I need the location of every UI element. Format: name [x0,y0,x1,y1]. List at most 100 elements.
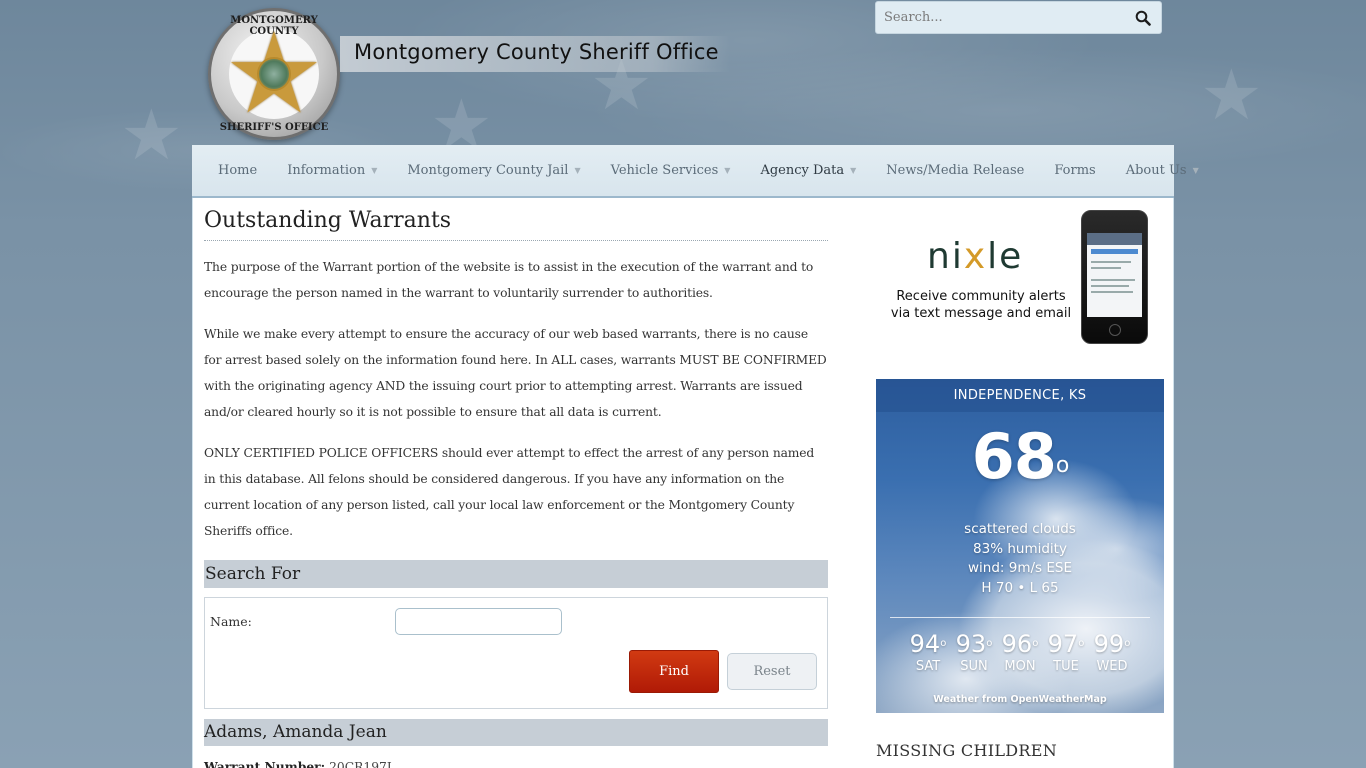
degree-icon: o [1124,638,1131,649]
chevron-down-icon: ▼ [574,166,581,175]
nav-item-vehicle-services[interactable]: Vehicle Services ▼ [611,163,731,178]
nav-item-information[interactable]: Information ▼ [287,163,377,178]
nixle-logo-text: ni [927,236,964,277]
weather-temperature: 68o [876,422,1164,501]
weather-details: scattered clouds 83% humidity wind: 9m/s… [876,520,1164,598]
nixle-tagline: Receive community alerts via text messag… [882,288,1080,322]
forecast-day-name: MON [1004,659,1036,674]
forecast-day: 94o SAT [905,630,951,676]
weather-divider [890,617,1150,618]
chevron-down-icon: ▼ [850,166,857,175]
site-title[interactable]: Montgomery County Sheriff Office [354,40,719,64]
weather-location: INDEPENDENCE, KS [876,379,1164,412]
content-panel: Outstanding Warrants The purpose of the … [192,198,1174,768]
forecast-day: 96o MON [997,630,1043,676]
degree-icon: o [940,638,947,649]
phone-screen [1087,233,1142,317]
nav-item-label: Montgomery County Jail [407,163,569,178]
weather-wind: wind: 9m/s ESE [968,560,1072,576]
forecast-temp: 93o [951,630,997,658]
forecast-temp-value: 99 [1093,630,1125,658]
nixle-tagline-line: via text message and email [890,306,1072,321]
nav-item-news-media[interactable]: News/Media Release [886,163,1024,178]
phone-screen-line [1091,267,1121,269]
search-icon [1135,10,1151,26]
phone-screen-line [1091,285,1129,287]
chevron-down-icon: ▼ [371,166,378,175]
nav-item-label: News/Media Release [886,163,1025,178]
nav-item-jail[interactable]: Montgomery County Jail ▼ [407,163,580,178]
page-title: Outstanding Warrants [204,208,828,241]
logo-text-top: MONTGOMERY COUNTY [230,15,318,37]
search-input[interactable] [876,2,1125,33]
nav-item-about-us[interactable]: About Us ▼ [1126,163,1199,178]
phone-icon [1081,210,1148,344]
forecast-day-name: WED [1096,659,1128,674]
phone-screen-bar [1091,249,1138,254]
forecast-temp: 96o [997,630,1043,658]
phone-screen-line [1091,279,1135,281]
forecast-day: 97o TUE [1043,630,1089,676]
site-search [875,1,1162,34]
logo-text-bottom: SHERIFF'S OFFICE [219,122,329,133]
forecast-temp-value: 93 [955,630,987,658]
forecast-temp: 99o [1089,630,1135,658]
find-button[interactable]: Find [629,650,719,693]
missing-children-heading: MISSING CHILDREN [876,741,1058,760]
degree-icon: o [1078,638,1085,649]
nav-item-forms[interactable]: Forms [1054,163,1095,178]
weather-widget: INDEPENDENCE, KS 68o scattered clouds 83… [876,379,1164,713]
phone-home-button [1109,324,1121,336]
star-decoration: ★ [1200,54,1263,136]
forecast-day: 99o WED [1089,630,1135,676]
forecast-day-name: TUE [1053,659,1079,674]
weather-humidity: 83% humidity [973,540,1067,557]
nav-item-agency-data[interactable]: Agency Data ▼ [760,163,856,178]
forecast-temp-value: 96 [1001,630,1033,658]
forecast-day-name: SAT [915,659,941,674]
nav-item-home[interactable]: Home [218,163,257,178]
forecast-temp: 97o [1043,630,1089,658]
nixle-logo-x: x [963,236,988,277]
forecast-temp-value: 94 [909,630,941,658]
name-label: Name: [210,614,252,629]
nav-item-label: Forms [1054,163,1096,178]
nav-item-label: Vehicle Services [610,163,719,178]
chevron-down-icon: ▼ [724,166,731,175]
weather-description: scattered clouds [964,521,1076,537]
search-button[interactable] [1125,2,1161,33]
disclaimer-paragraph: While we make every attempt to ensure th… [204,327,827,419]
warrant-search-form: Name: Find Reset [204,597,828,709]
sheriff-badge-logo[interactable]: ★ MONTGOMERY COUNTY SHERIFF'S OFFICE [208,8,340,140]
nav-item-label: About Us [1125,163,1187,178]
intro-paragraph: The purpose of the Warrant portion of th… [204,260,814,300]
nav-item-label: Home [218,163,258,178]
phone-screen-line [1091,291,1133,293]
nav-item-label: Information [287,163,366,178]
phone-screen-line [1091,261,1131,263]
warrant-number-label: Warrant Number: [204,759,326,768]
forecast-temp: 94o [905,630,951,658]
warrant-number-row: Warrant Number: 20CR197I [204,759,828,768]
name-input[interactable] [395,608,562,635]
nixle-tagline-line: Receive community alerts [896,289,1066,304]
warrant-number-value: 20CR197I [329,760,392,768]
warrant-result-name: Adams, Amanda Jean [204,719,828,746]
warning-paragraph: ONLY CERTIFIED POLICE OFFICERS should ev… [204,446,815,538]
reset-button[interactable]: Reset [727,653,817,690]
degree-icon: o [1032,638,1039,649]
weather-forecast: 94o SAT 93o SUN 96o MON 97o TUE 99o WED [876,630,1164,676]
forecast-temp-value: 97 [1047,630,1079,658]
search-for-heading: Search For [204,560,828,588]
nixle-banner[interactable]: nixle Receive community alerts via text … [876,208,1164,346]
star-decoration: ★ [120,94,183,176]
main-navigation: Home Information ▼ Montgomery County Jai… [192,145,1199,198]
nav-item-label: Agency Data [760,163,845,178]
nixle-logo-text: le [987,236,1024,277]
forecast-day: 93o SUN [951,630,997,676]
weather-credit-link[interactable]: Weather from OpenWeatherMap [876,694,1164,705]
forecast-day-name: SUN [960,659,988,674]
degree-icon: o [986,638,993,649]
weather-high-low: H 70 • L 65 [981,579,1059,596]
main-content: Outstanding Warrants The purpose of the … [204,198,828,768]
